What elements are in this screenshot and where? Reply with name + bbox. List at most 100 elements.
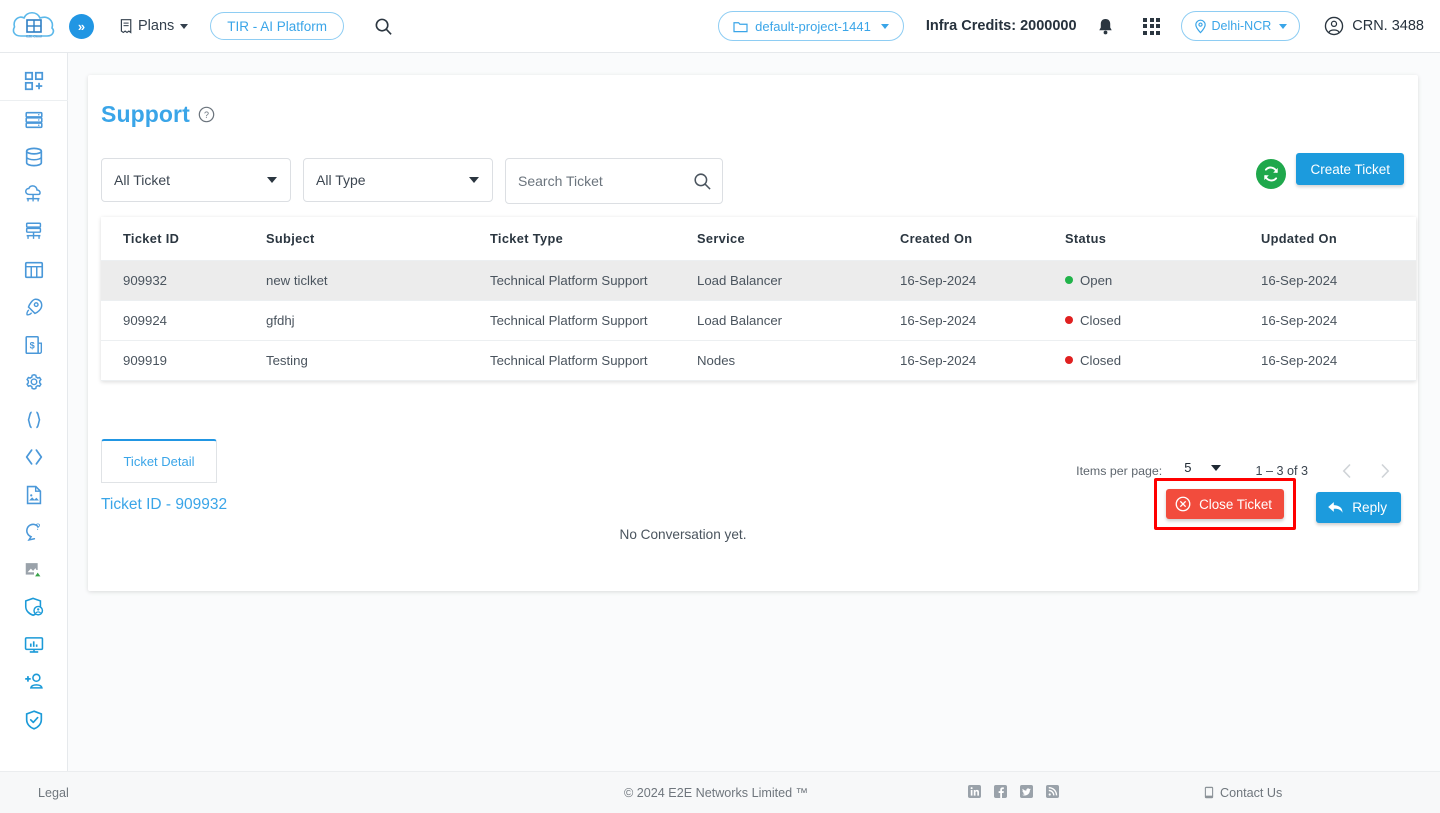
column-status[interactable]: Status [1065, 217, 1261, 261]
tickets-table: Ticket ID Subject Ticket Type Service Cr… [101, 217, 1416, 381]
apps-grid-button[interactable] [1135, 9, 1169, 43]
rocket-icon [25, 298, 42, 316]
sidebar-item-dashboard[interactable] [0, 61, 68, 101]
sidebar-item-monitoring[interactable] [0, 626, 68, 664]
sidebar-item-database[interactable] [0, 139, 68, 177]
ticket-filter-select[interactable]: All Ticket [101, 158, 291, 202]
chevron-right-icon [1381, 463, 1390, 479]
chevron-down-icon [180, 23, 189, 29]
cell-updated-on: 16-Sep-2024 [1261, 340, 1416, 381]
sidebar-expand-button[interactable]: » [69, 13, 94, 39]
twitter-icon[interactable] [1020, 784, 1033, 801]
cell-subject: gfdhj [266, 300, 490, 341]
table-header-row: Ticket ID Subject Ticket Type Service Cr… [101, 217, 1416, 261]
linkedin-icon[interactable] [968, 784, 981, 801]
database-icon [25, 147, 42, 167]
sidebar-item-users[interactable] [0, 664, 68, 702]
search-icon[interactable] [693, 172, 712, 191]
sidebar-item-settings[interactable] [0, 364, 68, 402]
chevron-double-right-icon: » [77, 18, 86, 34]
column-ticket-id[interactable]: Ticket ID [101, 217, 266, 261]
plans-menu[interactable]: Plans [118, 18, 189, 35]
close-ticket-highlight: Close Ticket [1154, 478, 1296, 530]
close-ticket-button[interactable]: Close Ticket [1166, 489, 1284, 519]
cell-ticket-id: 909932 [101, 260, 266, 301]
sidebar-item-security[interactable] [0, 589, 68, 627]
previous-page-button[interactable] [1328, 452, 1366, 490]
social-links [968, 784, 1059, 801]
cell-ticket-type: Technical Platform Support [490, 340, 697, 381]
column-updated-on[interactable]: Updated On [1261, 217, 1416, 261]
copyright-prefix: © 2024 [624, 785, 669, 800]
page-title: Support ? [101, 101, 215, 128]
tickets-table-wrapper: Ticket ID Subject Ticket Type Service Cr… [101, 217, 1416, 381]
sidebar-item-api[interactable] [0, 401, 68, 439]
sidebar-item-code[interactable] [0, 439, 68, 477]
sidebar-item-cloud[interactable] [0, 176, 68, 214]
cell-service: Load Balancer [697, 260, 900, 301]
cell-ticket-type: Technical Platform Support [490, 260, 697, 301]
header-search-button[interactable] [374, 17, 393, 36]
type-filter-select[interactable]: All Type [303, 158, 493, 202]
notification-bell-icon [1099, 18, 1112, 34]
chevron-down-icon [1211, 464, 1222, 471]
cell-created-on: 16-Sep-2024 [900, 340, 1065, 381]
rss-icon[interactable] [1046, 784, 1059, 801]
cell-created-on: 16-Sep-2024 [900, 260, 1065, 301]
search-input[interactable] [518, 173, 688, 189]
account-menu[interactable]: CRN. 3488 [1324, 16, 1424, 36]
sidebar-item-storage[interactable] [0, 251, 68, 289]
tir-ai-platform-pill[interactable]: TIR - AI Platform [210, 12, 345, 40]
sidebar-item-compliance[interactable] [0, 701, 68, 739]
sidebar-item-launch[interactable] [0, 289, 68, 327]
e2e-cloud-logo[interactable]: E2E Cloud [4, 9, 64, 43]
support-chat-icon: ? [25, 522, 40, 542]
page-range-label: 1 – 3 of 3 [1255, 464, 1308, 478]
sidebar-item-docs[interactable] [0, 476, 68, 514]
facebook-icon[interactable] [994, 784, 1007, 801]
cell-ticket-type: Technical Platform Support [490, 300, 697, 341]
sidebar-item-support[interactable]: ? [0, 514, 68, 552]
support-card: Support ? All Ticket All Type Search Tic… [88, 75, 1418, 591]
contact-us-link[interactable]: Contact Us [1203, 786, 1282, 800]
create-ticket-button[interactable]: Create Ticket [1296, 153, 1404, 185]
infra-credits-label: Infra Credits: 2000000 [925, 18, 1077, 34]
project-selector[interactable]: default-project-1441 [718, 11, 904, 41]
project-name: default-project-1441 [755, 18, 871, 34]
region-selector[interactable]: Delhi-NCR [1180, 11, 1301, 41]
cell-status: Closed [1065, 300, 1261, 341]
next-page-button[interactable] [1366, 452, 1404, 490]
header-right-group: default-project-1441 Infra Credits: 2000… [718, 9, 1440, 43]
notification-bell-button[interactable] [1089, 9, 1123, 43]
sidebar-item-images[interactable] [0, 551, 68, 589]
cell-status: Open [1065, 260, 1261, 301]
status-badge: Open [1080, 273, 1113, 288]
sidebar-item-billing[interactable]: $ [0, 326, 68, 364]
tab-ticket-detail[interactable]: Ticket Detail [101, 439, 217, 483]
help-circle-icon[interactable]: ? [198, 106, 215, 123]
table-row[interactable]: 909919 Testing Technical Platform Suppor… [101, 340, 1416, 381]
column-ticket-type[interactable]: Ticket Type [490, 217, 697, 261]
image-icon [25, 562, 41, 578]
refresh-button[interactable] [1256, 159, 1286, 189]
search-ticket-box[interactable] [505, 158, 723, 204]
cell-ticket-id: 909919 [101, 340, 266, 381]
column-created-on[interactable]: Created On [900, 217, 1065, 261]
sidebar-item-compute[interactable] [0, 101, 68, 139]
table-row[interactable]: 909924 gfdhj Technical Platform Support … [101, 300, 1416, 341]
legal-link[interactable]: Legal [38, 786, 69, 800]
cloud-network-icon [24, 184, 41, 202]
cell-created-on: 16-Sep-2024 [900, 300, 1065, 341]
reply-arrow-icon [1327, 500, 1344, 515]
column-service[interactable]: Service [697, 217, 900, 261]
document-icon [26, 485, 41, 504]
table-row[interactable]: 909932 new ticlket Technical Platform Su… [101, 260, 1416, 301]
column-subject[interactable]: Subject [266, 217, 490, 261]
curly-braces-icon [27, 411, 40, 429]
reply-label: Reply [1352, 500, 1387, 515]
reply-button[interactable]: Reply [1316, 492, 1401, 523]
sidebar-item-network[interactable] [0, 214, 68, 252]
phone-icon [1203, 786, 1215, 799]
company-link[interactable]: E2E Networks Limited ™ [668, 786, 808, 800]
apps-grid-icon [1143, 17, 1161, 35]
